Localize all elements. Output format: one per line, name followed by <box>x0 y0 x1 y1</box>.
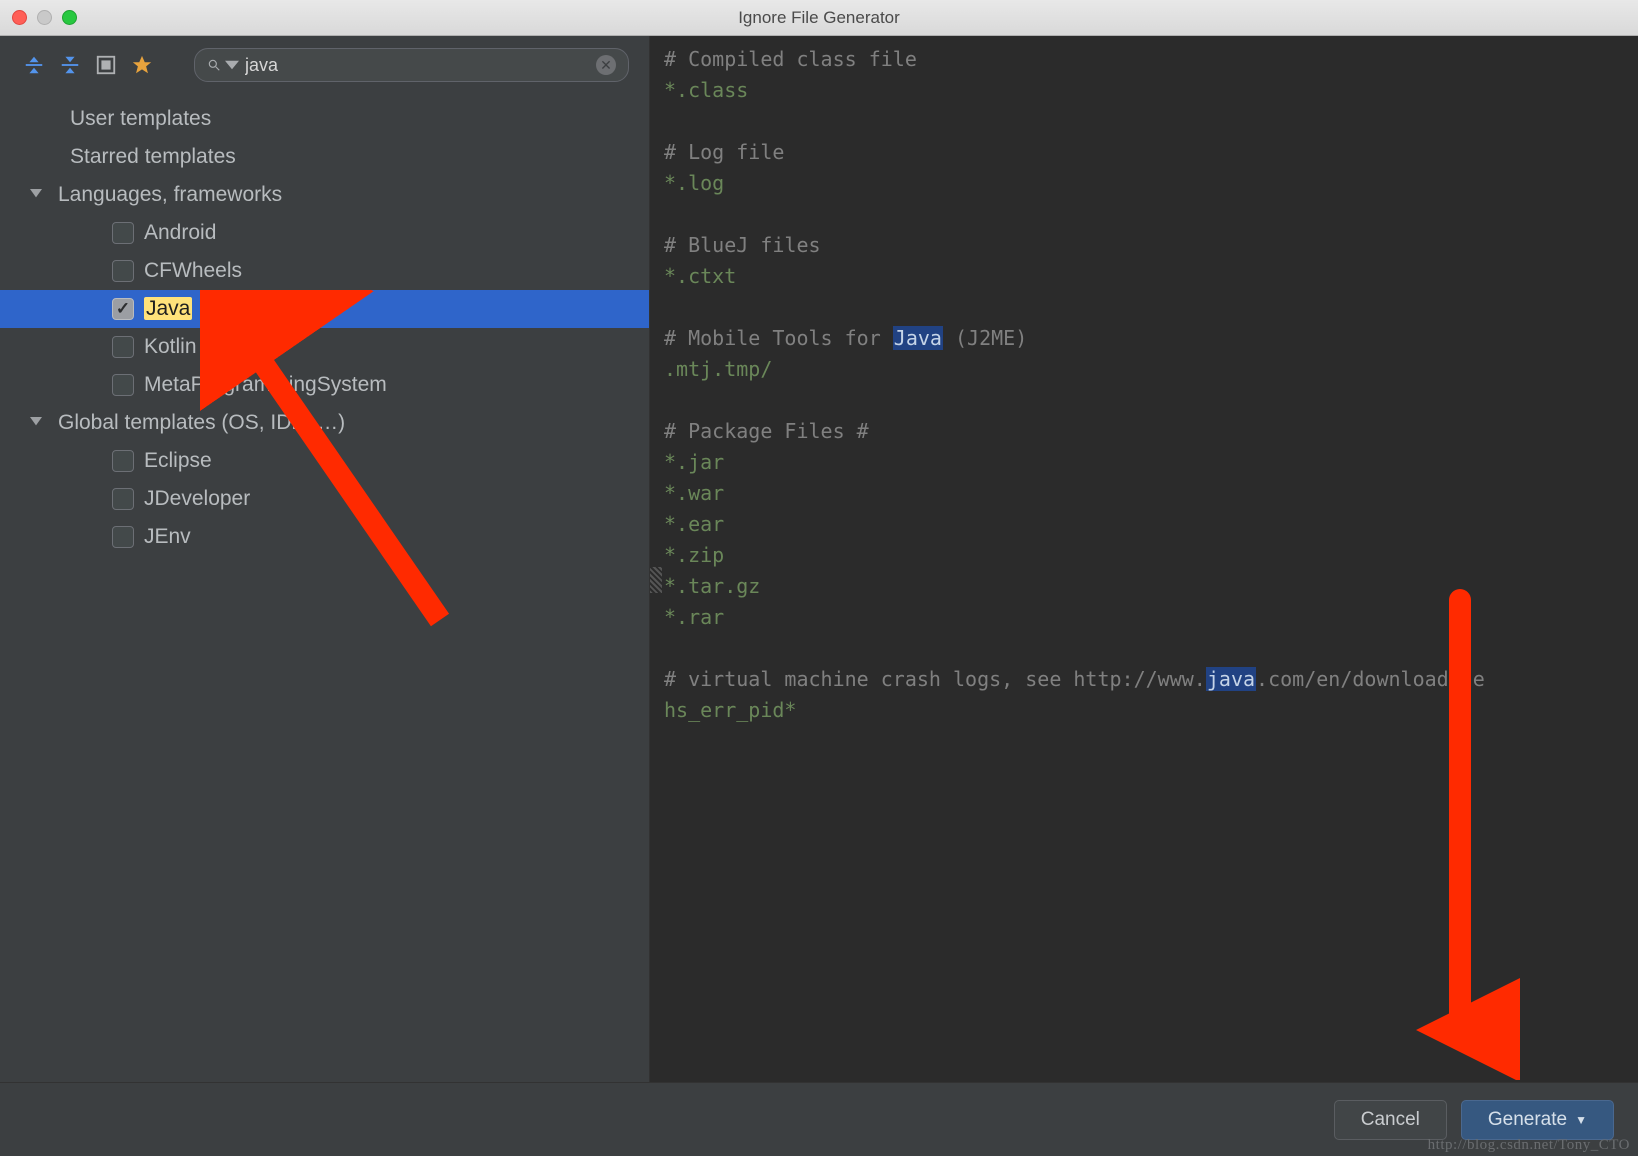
tree-item[interactable]: Eclipse <box>0 442 649 480</box>
tree-item[interactable]: Java <box>0 290 649 328</box>
tree-item-label: Java <box>144 297 192 321</box>
tree-item-label: Kotlin <box>144 335 197 359</box>
tree-category[interactable]: Languages, frameworks <box>0 176 649 214</box>
tree-item[interactable]: Kotlin <box>0 328 649 366</box>
cancel-button[interactable]: Cancel <box>1334 1100 1447 1140</box>
gitignore-preview: # Compiled class file *.class # Log file… <box>650 36 1638 1156</box>
tree-item[interactable]: JDeveloper <box>0 480 649 518</box>
tree-item[interactable]: CFWheels <box>0 252 649 290</box>
toolbar: ✕ <box>0 36 649 94</box>
checkbox[interactable] <box>112 260 134 282</box>
window-title: Ignore File Generator <box>0 8 1638 28</box>
tree-category[interactable]: Global templates (OS, IDE, …) <box>0 404 649 442</box>
generate-button[interactable]: Generate ▼ <box>1461 1100 1614 1140</box>
tree-item-label: Eclipse <box>144 449 212 473</box>
checkbox[interactable] <box>112 222 134 244</box>
left-panel: ✕ User templatesStarred templatesLanguag… <box>0 36 650 1156</box>
dropdown-caret-icon: ▼ <box>1575 1113 1587 1127</box>
tree-item-label: MetaProgrammingSystem <box>144 373 387 397</box>
expand-all-icon[interactable] <box>56 51 84 79</box>
search-field[interactable]: ✕ <box>194 48 629 82</box>
dialog-footer: Cancel Generate ▼ <box>0 1082 1638 1156</box>
tree-item[interactable]: Android <box>0 214 649 252</box>
template-tree[interactable]: User templatesStarred templatesLanguages… <box>0 94 649 1156</box>
tree-item[interactable]: MetaProgrammingSystem <box>0 366 649 404</box>
watermark: http://blog.csdn.net/Tony_CTO <box>1428 1137 1630 1154</box>
titlebar: Ignore File Generator <box>0 0 1638 36</box>
checkbox[interactable] <box>112 298 134 320</box>
generate-button-label: Generate <box>1488 1109 1567 1131</box>
tree-item-label: CFWheels <box>144 259 242 283</box>
main-area: ✕ User templatesStarred templatesLanguag… <box>0 36 1638 1156</box>
preview-panel: # Compiled class file *.class # Log file… <box>650 36 1638 1156</box>
tree-header[interactable]: User templates <box>0 100 649 138</box>
search-input[interactable] <box>239 55 596 76</box>
tree-item-label: Android <box>144 221 216 245</box>
checkbox[interactable] <box>112 488 134 510</box>
checkbox[interactable] <box>112 374 134 396</box>
search-icon <box>207 58 239 72</box>
tree-item-label: JEnv <box>144 525 191 549</box>
checkbox[interactable] <box>112 450 134 472</box>
tree-item[interactable]: JEnv <box>0 518 649 556</box>
clear-search-icon[interactable]: ✕ <box>596 55 616 75</box>
collapse-all-icon[interactable] <box>20 51 48 79</box>
gutter-marker <box>650 567 662 593</box>
checkbox[interactable] <box>112 336 134 358</box>
checkbox[interactable] <box>112 526 134 548</box>
star-icon[interactable] <box>128 51 156 79</box>
tree-item-label: JDeveloper <box>144 487 250 511</box>
tree-header[interactable]: Starred templates <box>0 138 649 176</box>
select-all-icon[interactable] <box>92 51 120 79</box>
